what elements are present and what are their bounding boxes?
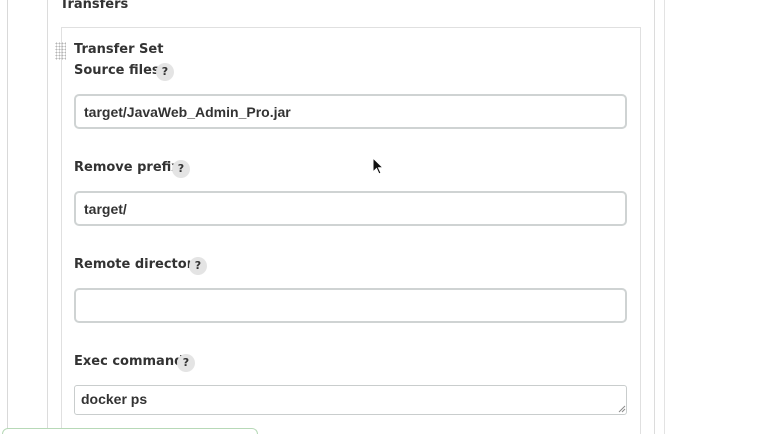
resize-grip-icon[interactable] <box>617 404 626 413</box>
bottom-notification-tab[interactable] <box>2 428 258 434</box>
transfers-section-title: Transfers <box>60 0 129 12</box>
exec-command-label: Exec command <box>74 354 184 369</box>
remote-directory-help-icon[interactable]: ? <box>189 257 207 275</box>
mouse-pointer-icon <box>372 157 384 175</box>
remove-prefix-label: Remove prefix <box>74 160 180 175</box>
remove-prefix-input[interactable] <box>74 191 627 226</box>
exec-command-textarea[interactable]: docker ps <box>74 385 627 415</box>
remove-prefix-help-icon[interactable]: ? <box>172 160 190 178</box>
source-files-help-icon[interactable]: ? <box>156 63 174 81</box>
job-config-page: Transfers Transfer Set Source files ? Re… <box>0 0 770 434</box>
exec-command-help-icon[interactable]: ? <box>177 354 195 372</box>
drag-handle-icon[interactable] <box>55 42 66 60</box>
page-divider-left <box>7 0 8 434</box>
page-divider-right <box>664 0 665 434</box>
source-files-input[interactable] <box>74 94 627 129</box>
transfer-set-title: Transfer Set <box>74 42 164 57</box>
remote-directory-label: Remote directory <box>74 257 202 272</box>
remote-directory-input[interactable] <box>74 288 627 323</box>
source-files-label: Source files <box>74 63 160 78</box>
transfer-set-container <box>61 27 641 434</box>
